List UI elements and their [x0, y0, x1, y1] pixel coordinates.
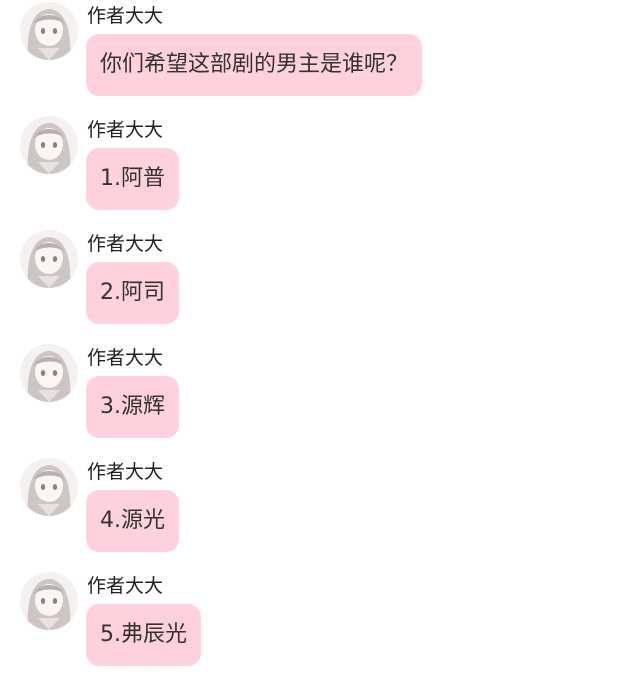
sender-name: 作者大大: [87, 461, 164, 483]
anime-girl-avatar-icon[interactable]: [20, 2, 78, 60]
sender-name: 作者大大: [87, 347, 164, 369]
sender-name: 作者大大: [87, 233, 164, 255]
message-bubble[interactable]: 4.源光: [86, 490, 179, 552]
anime-girl-avatar-icon[interactable]: [20, 344, 78, 402]
message-bubble[interactable]: 你们希望这部剧的男主是谁呢？: [86, 34, 423, 96]
anime-girl-avatar-icon[interactable]: [20, 458, 78, 516]
sender-name: 作者大大: [87, 575, 164, 597]
message-bubble[interactable]: 3.源辉: [86, 376, 179, 438]
sender-name: 作者大大: [87, 5, 164, 27]
anime-girl-avatar-icon[interactable]: [20, 116, 78, 174]
chat-message-list: 作者大大 你们希望这部剧的男主是谁呢？ 作者大大 1.阿普 作者大大 2.阿司 …: [0, 0, 640, 679]
message-bubble[interactable]: 5.弗辰光: [86, 604, 201, 666]
message-bubble[interactable]: 2.阿司: [86, 262, 179, 324]
message-bubble[interactable]: 1.阿普: [86, 148, 179, 210]
sender-name: 作者大大: [87, 119, 164, 141]
anime-girl-avatar-icon[interactable]: [20, 572, 78, 630]
anime-girl-avatar-icon[interactable]: [20, 230, 78, 288]
